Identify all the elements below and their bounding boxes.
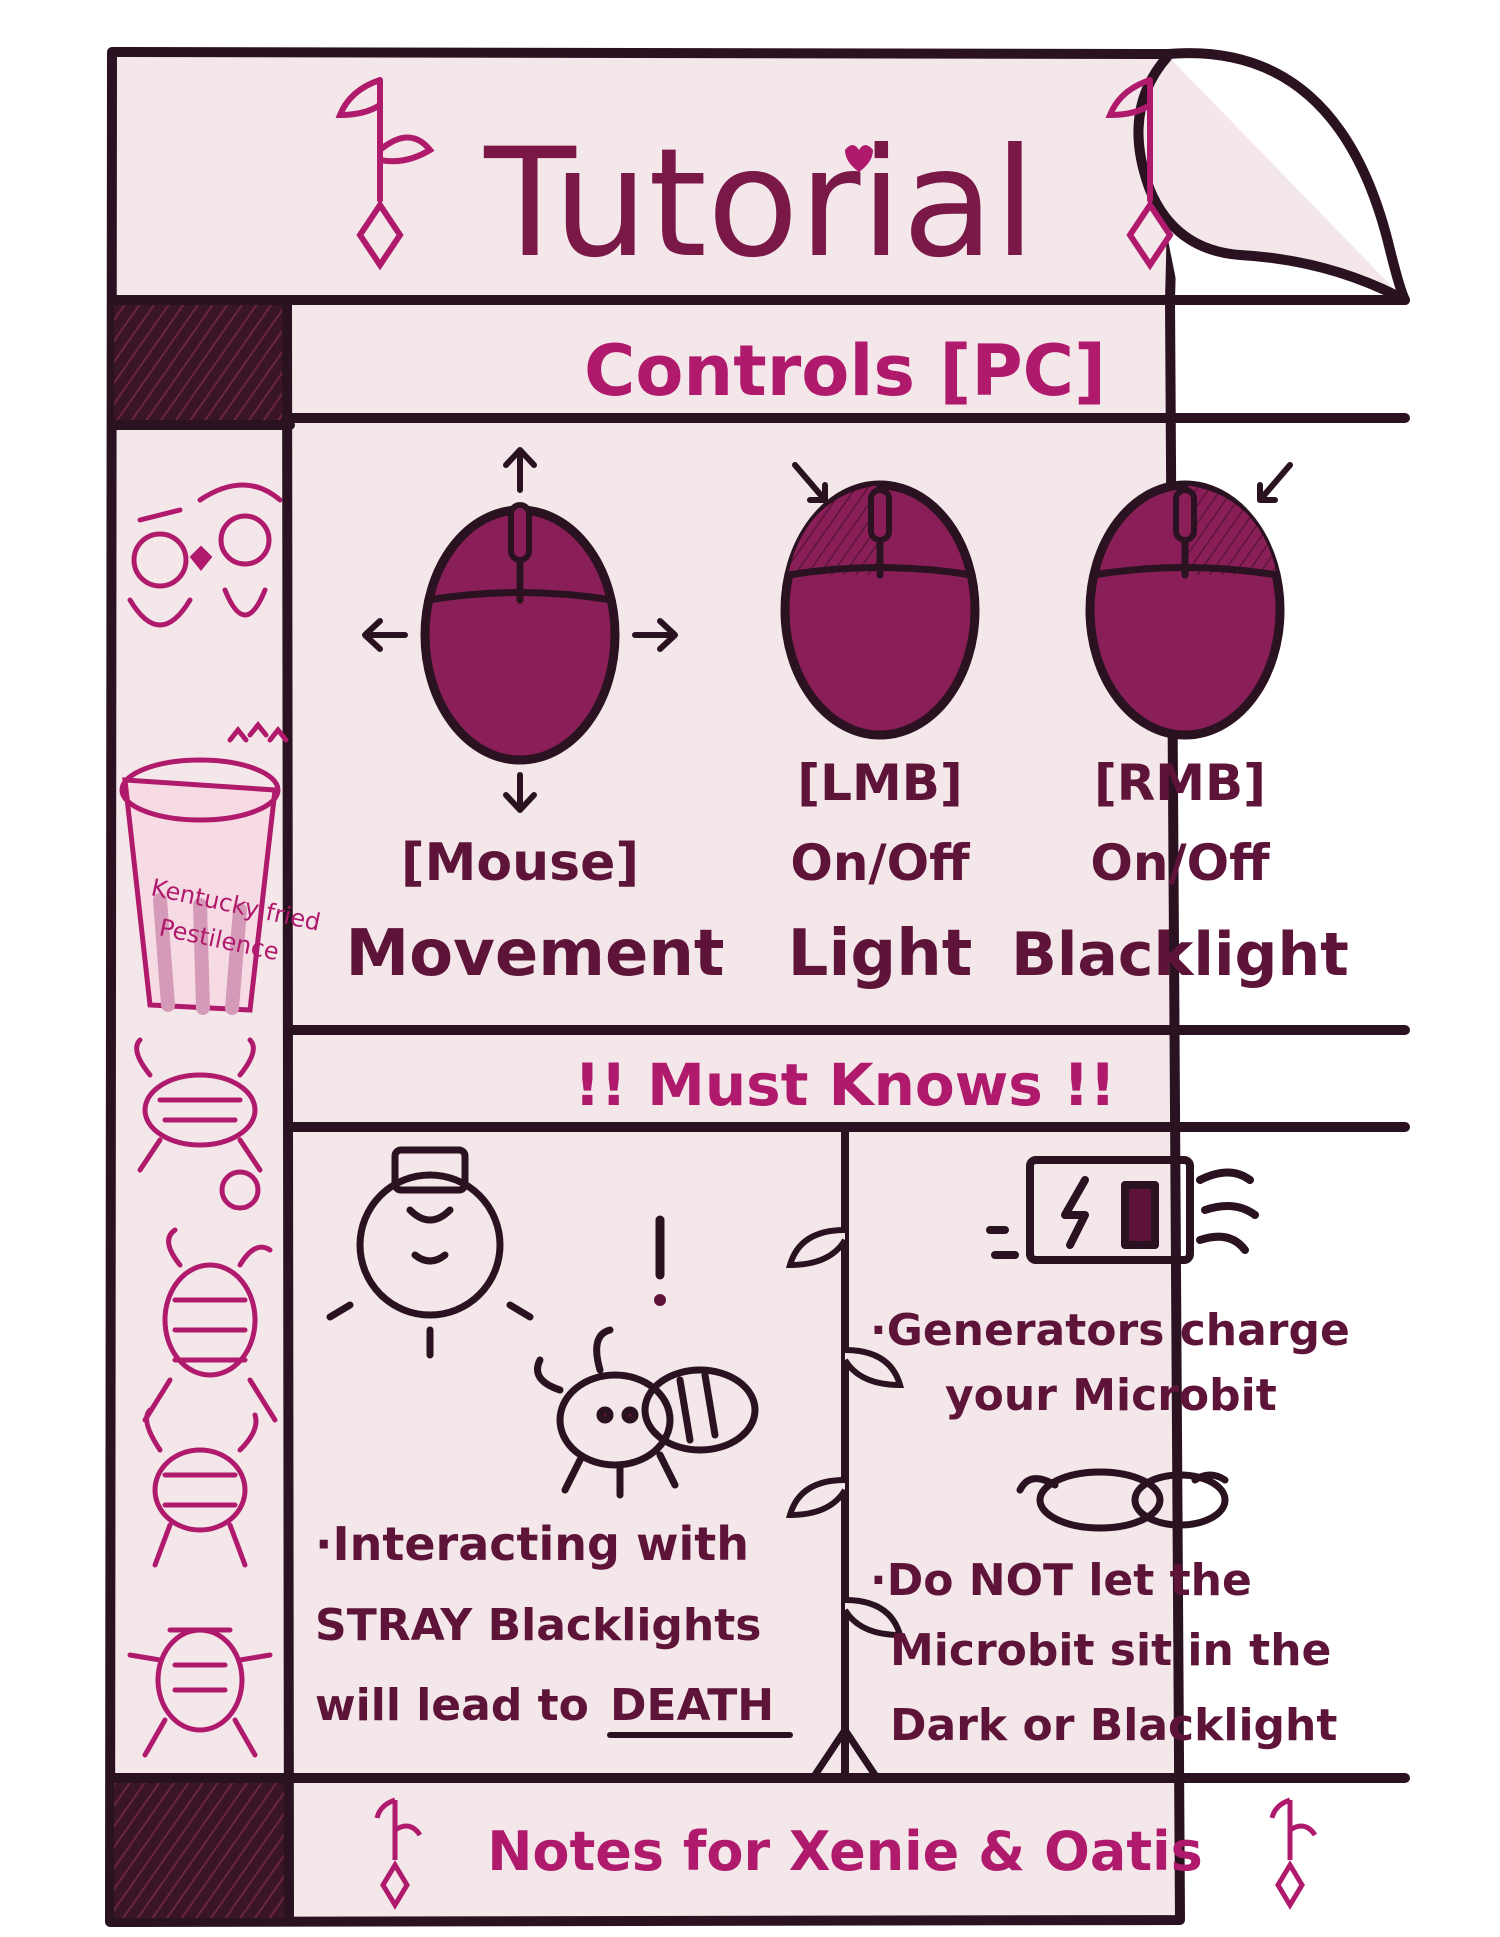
mouse-icon (420, 502, 620, 765)
generator-tip-line1: ·Generators charge (870, 1305, 1350, 1356)
controls-heading: Controls [PC] (584, 330, 1106, 412)
arrow-icon (1257, 462, 1293, 503)
dark-tip-line3: Dark or Blacklight (890, 1700, 1337, 1751)
stray-tip-line1: ·Interacting with (315, 1517, 749, 1571)
death-emphasis: DEATH (610, 1680, 774, 1731)
bookmark-charm-icon (1269, 1797, 1318, 1910)
lmb-key-label: [LMB] (797, 754, 962, 812)
rmb-action-label: Blacklight (1011, 920, 1349, 990)
lmb-state-label: On/Off (790, 834, 970, 892)
rmb-key-label: [RMB] (1094, 754, 1266, 812)
mouse-icon (1085, 480, 1285, 740)
tutorial-page: Kentucky fried Pestilence Tutorial Contr… (105, 47, 1410, 1927)
footer-note: Notes for Xenie & Oatis (487, 1820, 1203, 1883)
mouse-action-label: Movement (345, 917, 724, 991)
generator-tip-line2: your Microbit (945, 1370, 1277, 1421)
dark-tip-line1: ·Do NOT let the (870, 1555, 1252, 1606)
mouse-icon (780, 480, 980, 740)
lmb-action-label: Light (788, 917, 973, 991)
page-title: Tutorial (483, 117, 1035, 291)
mouse-key-label: [Mouse] (401, 833, 639, 893)
dark-tip-line2: Microbit sit in the (890, 1625, 1331, 1676)
stray-tip-line3: will lead to (315, 1680, 589, 1731)
must-knows-heading: !! Must Knows !! (574, 1051, 1116, 1119)
rmb-state-label: On/Off (1090, 834, 1270, 892)
stray-tip-line2: STRAY Blacklights (315, 1600, 761, 1651)
